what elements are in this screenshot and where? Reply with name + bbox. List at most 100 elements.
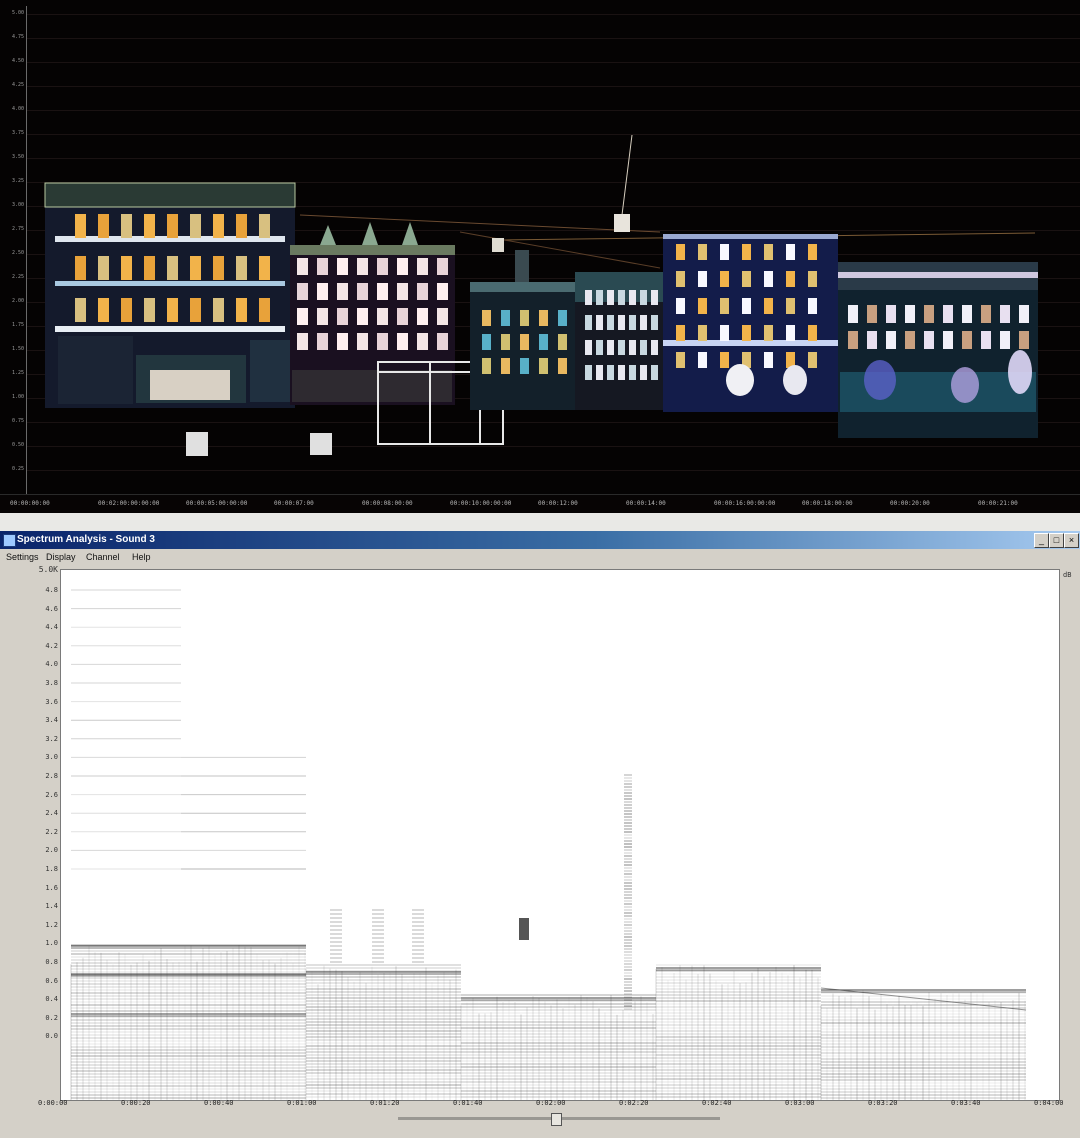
window-pane	[596, 365, 603, 380]
time-axis-label: 00:00:21:00	[978, 500, 1018, 507]
scrollbar-thumb[interactable]	[550, 1113, 562, 1126]
window-pane	[417, 308, 428, 325]
frequency-label: 4.2	[45, 641, 58, 650]
window-pane	[886, 305, 896, 323]
window-pane	[190, 256, 201, 280]
window-pane	[317, 333, 328, 350]
time-label: 0:03:40	[951, 1099, 981, 1107]
window-pane	[297, 258, 308, 275]
time-label: 0:02:20	[619, 1099, 649, 1107]
menu-channel[interactable]: Channel	[86, 552, 120, 562]
window-pane	[317, 283, 328, 300]
spectrogram-image	[70, 589, 1027, 1100]
window-pane	[962, 305, 972, 323]
window-pane	[808, 325, 817, 341]
window-pane	[397, 258, 408, 275]
window-pane	[742, 244, 751, 260]
window-pane	[213, 214, 224, 238]
window-pane	[539, 358, 548, 374]
window-pane	[764, 244, 773, 260]
window-pane	[144, 298, 155, 322]
window-pane	[698, 298, 707, 314]
menu-help[interactable]: Help	[132, 552, 151, 562]
menu-settings[interactable]: Settings	[6, 552, 39, 562]
building-1	[44, 182, 296, 408]
window-pane	[698, 271, 707, 287]
window-pane	[1000, 331, 1010, 349]
window-pane	[640, 290, 647, 305]
window-pane	[629, 315, 636, 330]
window-pane	[886, 331, 896, 349]
window-pane	[397, 308, 408, 325]
window-pane	[742, 325, 751, 341]
window-pane	[742, 271, 751, 287]
window-pane	[676, 325, 685, 341]
window-pane	[98, 298, 109, 322]
frequency-label: 3.0	[45, 753, 58, 762]
frequency-label: 0.4	[45, 995, 58, 1004]
hanging-lamp-icon	[614, 214, 630, 232]
title-bar[interactable]: Spectrum Analysis - Sound 3 _ □ ×	[0, 531, 1080, 549]
window-pane	[764, 325, 773, 341]
window-pane	[629, 290, 636, 305]
frequency-top-label: 5.0K	[38, 565, 58, 574]
window-pane	[1000, 305, 1010, 323]
window-pane	[144, 214, 155, 238]
window-pane	[501, 310, 510, 326]
window-pane	[357, 308, 368, 325]
window-pane	[558, 358, 567, 374]
window-pane	[337, 283, 348, 300]
frequency-label: 4.4	[45, 623, 58, 632]
window-pane	[259, 256, 270, 280]
frequency-label: 3.4	[45, 716, 58, 725]
window-pane	[585, 365, 592, 380]
frequency-label: 0.0	[45, 1032, 58, 1041]
spectrum-analysis-window: Spectrum Analysis - Sound 3 _ □ × Settin…	[0, 531, 1080, 1138]
time-label: 0:01:20	[370, 1099, 400, 1107]
window-pane	[651, 340, 658, 355]
window-pane	[698, 244, 707, 260]
window-pane	[596, 290, 603, 305]
window-pane	[437, 258, 448, 275]
time-axis-label: 00:00:16:00:00:00	[714, 500, 776, 507]
window-pane	[742, 298, 751, 314]
window-pane	[585, 290, 592, 305]
window-title: Spectrum Analysis - Sound 3	[17, 534, 155, 545]
window-pane	[121, 256, 132, 280]
window-pane	[297, 333, 308, 350]
window-pane	[924, 305, 934, 323]
window-pane	[121, 298, 132, 322]
facade-visualization-panel: 5.00 4.75 4.50 4.25 4.00 3.75 3.50 3.25 3.00 2.75…	[0, 0, 1080, 513]
time-label: 0:02:40	[702, 1099, 732, 1107]
window-pane	[962, 331, 972, 349]
window-pane	[75, 256, 86, 280]
window-pane	[640, 340, 647, 355]
time-label: 0:01:40	[453, 1099, 483, 1107]
maximize-button[interactable]: □	[1049, 533, 1064, 548]
close-button[interactable]: ×	[1064, 533, 1079, 548]
minimize-button[interactable]: _	[1034, 533, 1049, 548]
spectrogram-plot[interactable]	[60, 569, 1060, 1101]
window-pane	[640, 315, 647, 330]
frequency-label: 0.8	[45, 958, 58, 966]
window-pane	[357, 333, 368, 350]
window-pane	[539, 310, 548, 326]
window-pane	[720, 325, 729, 341]
time-label: 0:00:20	[121, 1099, 151, 1107]
window-pane	[501, 334, 510, 350]
window-pane	[981, 305, 991, 323]
window-pane	[720, 244, 729, 260]
window-pane	[520, 358, 529, 374]
menu-display[interactable]: Display	[46, 552, 76, 562]
window-pane	[167, 214, 178, 238]
window-pane	[259, 214, 270, 238]
window-pane	[397, 333, 408, 350]
window-pane	[676, 271, 685, 287]
window-pane	[520, 310, 529, 326]
window-pane	[808, 352, 817, 368]
window-pane	[808, 271, 817, 287]
building-facade-render	[44, 134, 1038, 456]
window-pane	[236, 298, 247, 322]
window-pane	[437, 333, 448, 350]
time-label: 0:00:00	[38, 1099, 68, 1107]
